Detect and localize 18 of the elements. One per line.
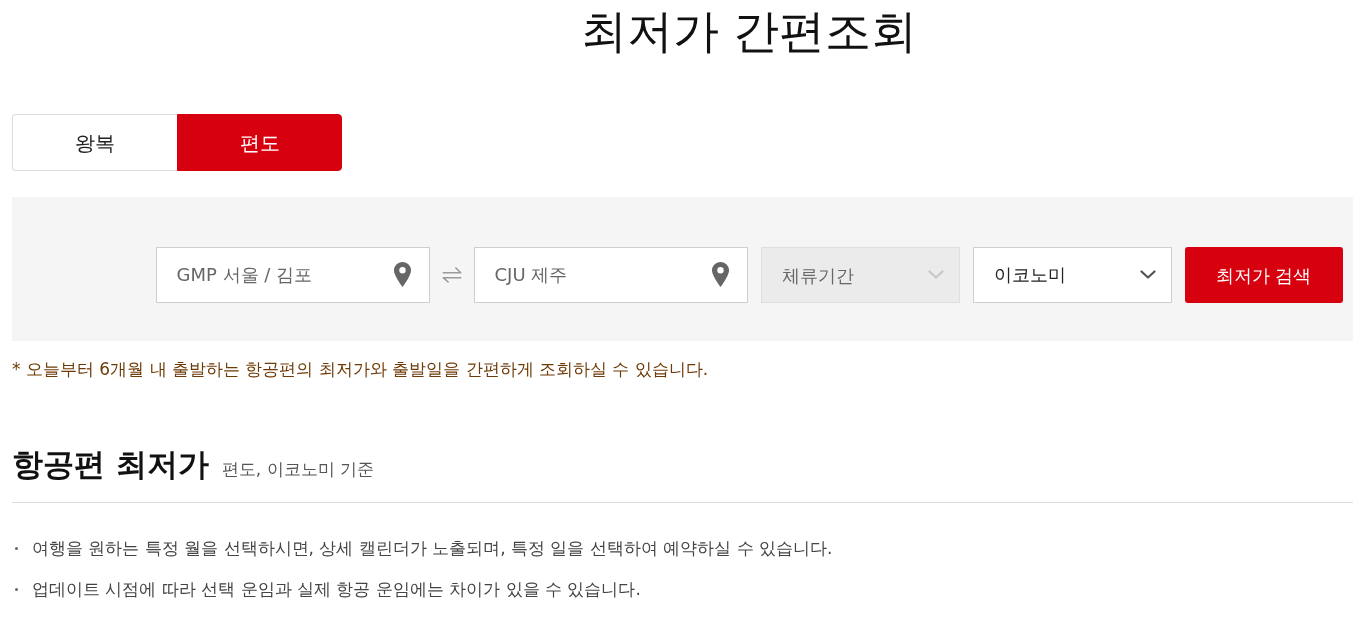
cabin-class-select[interactable]: 이코노미 (972, 247, 1172, 303)
chevron-down-icon (927, 270, 944, 279)
bullet-dot-icon (15, 587, 18, 591)
chevron-down-icon (1139, 270, 1156, 279)
location-pin-icon (393, 262, 411, 287)
section-subtitle: 편도, 이코노미 기준 (221, 458, 374, 481)
section-title: 항공편 최저가 (12, 445, 209, 484)
arrival-field[interactable]: CJU 제주 (473, 247, 748, 303)
info-text: 업데이트 시점에 따라 선택 운임과 실제 항공 운임에는 차이가 있을 수 있습니다. (32, 578, 641, 601)
departure-field[interactable]: GMP 서울 / 김포 (155, 247, 430, 303)
trip-type-tab[interactable]: 왕복 (12, 114, 177, 171)
notice-text: * 오늘부터 6개월 내 출발하는 항공편의 최저가와 출발일을 간편하게 조회하실 수 있습니다. (12, 358, 710, 381)
page-title: 최저가 간편조회 (579, 3, 919, 60)
location-pin-icon (711, 262, 729, 287)
bullet-dot-icon (15, 546, 18, 550)
info-text: 여행을 원하는 특정 월을 선택하시면, 상세 캘린더가 노출되며, 특정 일을 선택하여 예약하실 수 있습니다. (32, 537, 833, 560)
trip-type-tab[interactable]: 편도 (177, 114, 342, 171)
search-button[interactable]: 최저가 검색 (1184, 247, 1343, 303)
